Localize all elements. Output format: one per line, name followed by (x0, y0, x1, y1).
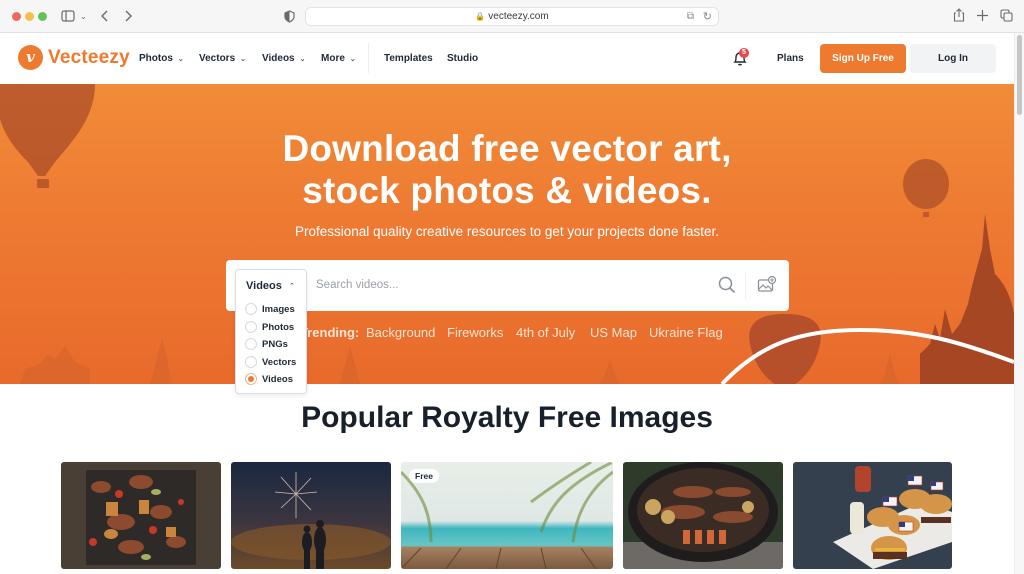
chevron-down-icon: ⌄ (299, 56, 306, 63)
hot-air-balloon-bottom (749, 314, 821, 384)
option-label: PNGs (262, 338, 288, 350)
nav-studio[interactable]: Studio (447, 33, 478, 84)
radio-vectors[interactable] (245, 356, 257, 368)
sign-up-button[interactable]: Sign Up Free (820, 44, 906, 73)
radio-images[interactable] (245, 303, 257, 315)
forward-icon[interactable] (123, 10, 133, 22)
image-card-bbq-grill[interactable] (623, 462, 783, 569)
popular-section-title: Popular Royalty Free Images (301, 401, 713, 434)
option-label: Videos (262, 373, 293, 385)
bbq-grill-image (623, 462, 783, 569)
notification-badge: 5 (739, 48, 749, 58)
free-badge: Free (409, 469, 439, 483)
back-icon[interactable] (100, 10, 110, 22)
lock-icon: 🔒 (475, 12, 486, 21)
minimize-window-button[interactable] (25, 12, 34, 21)
nav-templates[interactable]: Templates (384, 33, 433, 84)
hero-title-line-1: Download free vector art, (282, 128, 732, 169)
asset-type-option-vectors[interactable]: Vectors (245, 355, 296, 369)
option-label: Photos (262, 321, 295, 333)
plans-link[interactable]: Plans (777, 33, 804, 84)
brand-name: Vecteezy (48, 46, 130, 68)
chevron-down-icon: ⌄ (349, 56, 356, 63)
nav-divider (368, 43, 369, 73)
hero-subtitle: Professional quality creative resources … (295, 224, 719, 239)
search-input[interactable]: Search videos... (316, 260, 398, 311)
trending-tag-us-map[interactable]: US Map (590, 325, 637, 340)
scrollbar-thumb[interactable] (1017, 35, 1022, 115)
zoom-window-button[interactable] (38, 12, 47, 21)
nav-more[interactable]: More ⌄ (321, 33, 356, 84)
chevron-down-icon: ⌄ (177, 56, 184, 63)
trending-tag-fireworks[interactable]: Fireworks (447, 325, 503, 340)
asset-type-selected[interactable]: Videos (246, 280, 282, 292)
fireworks-couple-image (231, 462, 391, 569)
trending-tag-4th-of-july[interactable]: 4th of July (516, 325, 575, 340)
translate-icon[interactable]: ⧉ (687, 8, 694, 26)
hero-banner: Download free vector art, stock photos &… (0, 84, 1014, 384)
radio-pngs[interactable] (245, 338, 257, 350)
nav-vectors-label: Vectors (199, 53, 236, 64)
trending-tag-background[interactable]: Background (366, 325, 435, 340)
shield-icon[interactable] (284, 10, 295, 23)
new-tab-icon[interactable] (977, 10, 988, 21)
image-card-burgers[interactable] (793, 462, 952, 569)
reload-icon[interactable]: ↻ (703, 8, 712, 26)
page-scrollbar[interactable] (1014, 33, 1024, 574)
radio-photos[interactable] (245, 321, 257, 333)
radio-videos[interactable] (245, 373, 257, 385)
trending-label: Trending: (300, 325, 360, 340)
logo-mark-icon: v (18, 45, 43, 70)
trending-tag-ukraine-flag[interactable]: Ukraine Flag (649, 325, 723, 340)
address-bar[interactable]: 🔒 vecteezy.com ⧉ ↻ (305, 7, 719, 26)
visual-search-icon[interactable] (757, 275, 777, 295)
image-card-fireworks[interactable] (231, 462, 391, 569)
nav-photos-label: Photos (139, 53, 173, 64)
log-in-button[interactable]: Log In (910, 44, 996, 73)
search-bar: Search videos... (226, 260, 789, 311)
share-icon[interactable] (953, 8, 965, 22)
nav-videos[interactable]: Videos ⌄ (262, 33, 305, 84)
asset-type-option-photos[interactable]: Photos (245, 320, 294, 334)
url-text: vecteezy.com (488, 11, 549, 22)
bbq-campfire-image (61, 462, 221, 569)
chevron-up-icon[interactable]: ⌃ (289, 282, 295, 290)
nav-vectors[interactable]: Vectors ⌄ (199, 33, 246, 84)
chevron-down-icon[interactable]: ⌄ (80, 9, 87, 25)
option-label: Vectors (262, 356, 297, 368)
search-icon[interactable] (718, 276, 736, 294)
asset-type-dropdown[interactable]: Videos ⌃ Images Photos PNGs Vectors Vide… (235, 269, 307, 394)
search-divider (745, 272, 746, 299)
option-label: Images (262, 303, 295, 315)
burgers-flags-image (793, 462, 952, 569)
nav-videos-label: Videos (262, 53, 295, 64)
browser-toolbar: ⌄ 🔒 vecteezy.com ⧉ ↻ (0, 0, 1024, 33)
image-card-beach-deck[interactable]: Free (401, 462, 613, 569)
hero-title-line-2: stock photos & videos. (302, 170, 712, 211)
asset-type-option-videos[interactable]: Videos (245, 372, 293, 386)
vecteezy-logo[interactable]: v Vecteezy (18, 45, 130, 70)
nav-more-label: More (321, 53, 345, 64)
asset-type-option-images[interactable]: Images (245, 302, 295, 316)
site-header: v Vecteezy Photos ⌄ Vectors ⌄ Videos ⌄ More… (0, 33, 1014, 84)
close-window-button[interactable] (12, 12, 21, 21)
asset-type-option-pngs[interactable]: PNGs (245, 337, 288, 351)
sidebar-icon[interactable] (61, 10, 75, 22)
chevron-down-icon: ⌄ (240, 56, 247, 63)
tabs-overview-icon[interactable] (1000, 9, 1013, 22)
image-card-bbq-campfire[interactable] (61, 462, 221, 569)
nav-photos[interactable]: Photos ⌄ (139, 33, 184, 84)
